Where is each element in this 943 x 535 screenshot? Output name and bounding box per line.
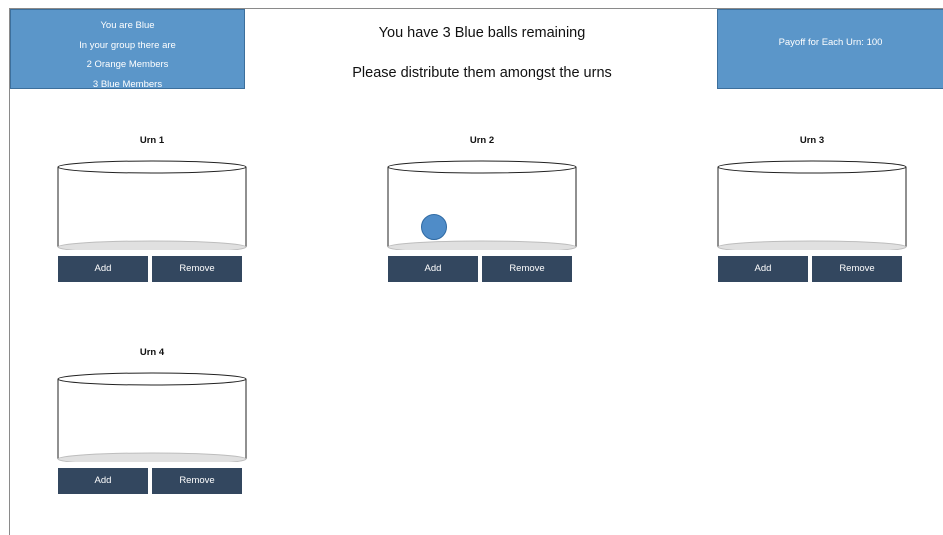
orange-members-count: 2 Orange Members — [86, 59, 169, 70]
urn-3-add-button[interactable]: Add — [718, 256, 808, 282]
urn-title: Urn 1 — [139, 135, 165, 146]
blue-ball — [421, 214, 447, 240]
urn-title: Urn 3 — [799, 135, 825, 146]
player-color-text: You are Blue — [100, 20, 155, 31]
payoff-panel: Payoff for Each Urn: 100 — [717, 9, 943, 89]
blue-members-count: 3 Blue Members — [92, 78, 163, 90]
urn-container-graphic — [717, 160, 907, 250]
urn-3-remove-button[interactable]: Remove — [812, 256, 902, 282]
urn-title: Urn 4 — [139, 347, 165, 358]
urn-container-graphic — [57, 160, 247, 250]
urn-4-remove-button[interactable]: Remove — [152, 468, 242, 494]
urn-2-remove-button[interactable]: Remove — [482, 256, 572, 282]
urn-distribution-page: You are Blue In your group there are 2 O… — [0, 0, 943, 535]
urn-container-graphic — [387, 160, 577, 250]
urn-1-add-button[interactable]: Add — [58, 256, 148, 282]
payoff-label: Payoff for Each Urn: 100 — [778, 37, 883, 48]
balls-remaining-text: You have 3 Blue balls remaining — [378, 25, 586, 41]
urn-title: Urn 2 — [469, 135, 495, 146]
distribution-instruction-text: Please distribute them amongst the urns — [352, 65, 612, 81]
urn-1-remove-button[interactable]: Remove — [152, 256, 242, 282]
group-intro-text: In your group there are — [79, 39, 176, 51]
group-info-panel: You are Blue In your group there are 2 O… — [10, 9, 245, 90]
urn-4-add-button[interactable]: Add — [58, 468, 148, 494]
urn-container-graphic — [57, 372, 247, 462]
urn-2-add-button[interactable]: Add — [388, 256, 478, 282]
